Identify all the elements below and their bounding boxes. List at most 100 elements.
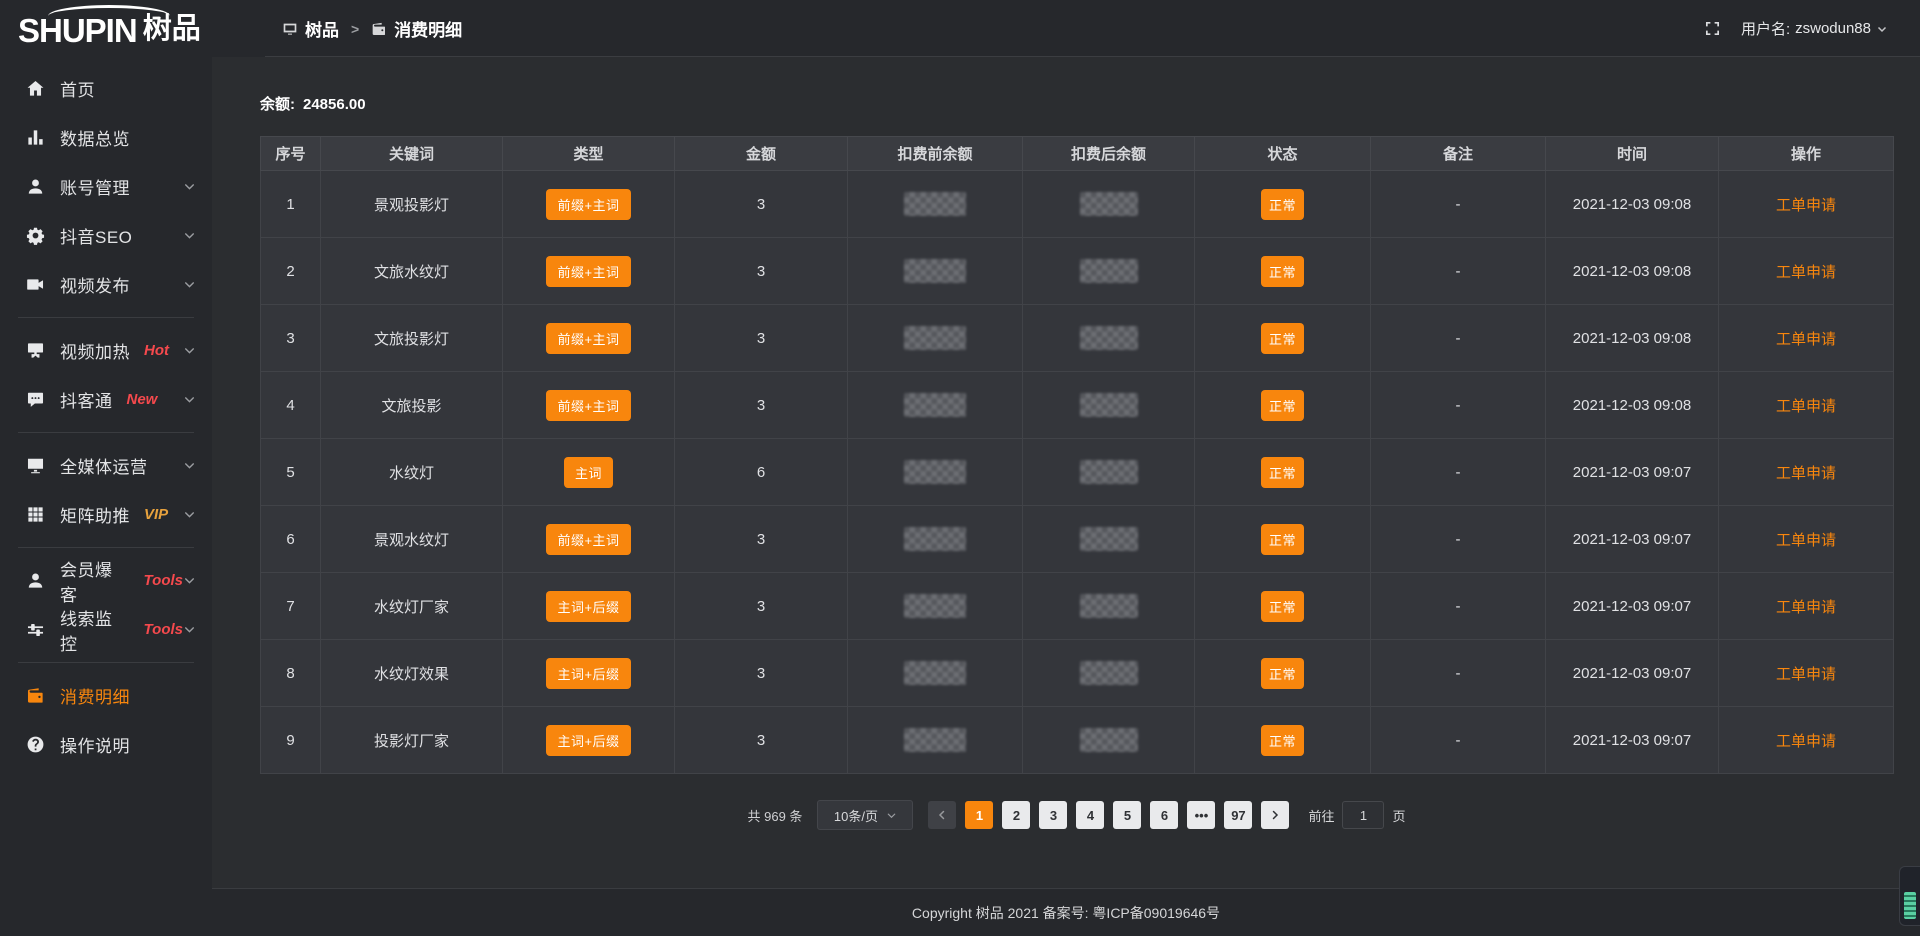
work-order-link[interactable]: 工单申请	[1776, 465, 1836, 482]
chevron-down-icon	[1876, 23, 1888, 35]
censored-balance-before	[904, 460, 966, 484]
page-size-select[interactable]: 10条/页	[817, 800, 913, 830]
cell-balance-before	[848, 640, 1023, 707]
cell-action: 工单申请	[1719, 171, 1894, 238]
page-button-97[interactable]: 97	[1224, 801, 1252, 829]
breadcrumb-item-1[interactable]: 树品	[282, 16, 339, 41]
cell-balance-after	[1023, 305, 1195, 372]
balance-label: 余额:	[260, 96, 295, 113]
fullscreen-icon[interactable]	[1704, 20, 1721, 37]
table-body: 1景观投影灯前缀+主词3正常-2021-12-03 09:08工单申请2文旅水纹…	[261, 171, 1894, 774]
sidebar-item-douketong[interactable]: 抖客通New	[0, 375, 212, 424]
cell-amount: 3	[675, 372, 848, 439]
pagination-ellipsis[interactable]: •••	[1187, 801, 1215, 829]
billboard-icon	[26, 341, 45, 360]
chevron-down-icon	[183, 574, 196, 587]
sidebar-item-consumption-detail[interactable]: 消费明细	[0, 671, 212, 720]
cell-time: 2021-12-03 09:07	[1546, 506, 1719, 573]
cell-time: 2021-12-03 09:08	[1546, 372, 1719, 439]
work-order-link[interactable]: 工单申请	[1776, 264, 1836, 281]
column-header: 备注	[1371, 137, 1546, 171]
sidebar-item-video-publish[interactable]: 视频发布	[0, 260, 212, 309]
cell-balance-after	[1023, 640, 1195, 707]
prev-page-button[interactable]	[928, 801, 956, 829]
page-button-4[interactable]: 4	[1076, 801, 1104, 829]
sidebar-item-douyin-seo[interactable]: 抖音SEO	[0, 211, 212, 260]
chevron-down-icon	[183, 229, 196, 242]
cell-balance-after	[1023, 439, 1195, 506]
cell-keyword: 文旅水纹灯	[321, 238, 503, 305]
cell-type: 主词	[503, 439, 675, 506]
sidebar-item-operation-guide[interactable]: 操作说明	[0, 720, 212, 769]
type-badge: 主词+后缀	[546, 591, 630, 622]
cell-index: 2	[261, 238, 321, 305]
sidebar-item-video-heat[interactable]: 视频加热Hot	[0, 326, 212, 375]
cell-balance-after	[1023, 506, 1195, 573]
cell-balance-before	[848, 238, 1023, 305]
cell-balance-before	[848, 305, 1023, 372]
sidebar-item-label: 抖音SEO	[60, 223, 132, 248]
sidebar-item-clue-monitor[interactable]: 线索监控Tools	[0, 605, 212, 654]
copyright-text: Copyright 树品 2021 备案号: 粤ICP备09019646号	[912, 903, 1220, 923]
work-order-link[interactable]: 工单申请	[1776, 733, 1836, 750]
status-badge: 正常	[1261, 524, 1304, 555]
sidebar-item-member-leads[interactable]: 会员爆客Tools	[0, 556, 212, 605]
sidebar-item-tag: New	[127, 391, 158, 408]
cell-balance-after	[1023, 372, 1195, 439]
cell-type: 前缀+主词	[503, 372, 675, 439]
sidebar-item-media-operation[interactable]: 全媒体运营	[0, 441, 212, 490]
work-order-link[interactable]: 工单申请	[1776, 197, 1836, 214]
work-order-link[interactable]: 工单申请	[1776, 398, 1836, 415]
cell-time: 2021-12-03 09:08	[1546, 305, 1719, 372]
work-order-link[interactable]: 工单申请	[1776, 666, 1836, 683]
sidebar-item-label: 账号管理	[60, 174, 130, 199]
cell-balance-after	[1023, 707, 1195, 774]
goto-page-input[interactable]	[1342, 801, 1384, 829]
type-badge: 主词	[564, 457, 613, 488]
cell-status: 正常	[1195, 707, 1371, 774]
user-dropdown[interactable]: 用户名: zswodun88	[1741, 18, 1888, 39]
cell-action: 工单申请	[1719, 707, 1894, 774]
type-badge: 前缀+主词	[546, 256, 630, 287]
table-header-row: 序号关键词类型金额扣费前余额扣费后余额状态备注时间操作	[261, 137, 1894, 171]
chevron-down-icon	[886, 810, 897, 821]
sidebar-item-label: 操作说明	[60, 732, 130, 757]
censored-balance-after	[1080, 460, 1138, 484]
censored-balance-after	[1080, 192, 1138, 216]
sidebar-item-home[interactable]: 首页	[0, 64, 212, 113]
cell-balance-after	[1023, 171, 1195, 238]
table-row: 8水纹灯效果主词+后缀3正常-2021-12-03 09:07工单申请	[261, 640, 1894, 707]
cell-time: 2021-12-03 09:07	[1546, 640, 1719, 707]
censored-balance-before	[904, 326, 966, 350]
sidebar-item-account-management[interactable]: 账号管理	[0, 162, 212, 211]
next-page-button[interactable]	[1261, 801, 1289, 829]
sidebar-item-label: 视频加热	[60, 338, 130, 363]
breadcrumb-label: 消费明细	[394, 16, 462, 41]
type-badge: 前缀+主词	[546, 390, 630, 421]
page-button-2[interactable]: 2	[1002, 801, 1030, 829]
work-order-link[interactable]: 工单申请	[1776, 532, 1836, 549]
cell-time: 2021-12-03 09:08	[1546, 171, 1719, 238]
work-order-link[interactable]: 工单申请	[1776, 599, 1836, 616]
breadcrumb-item-2[interactable]: 消费明细	[371, 16, 462, 41]
page-button-3[interactable]: 3	[1039, 801, 1067, 829]
sidebar-item-matrix-boost[interactable]: 矩阵助推VIP	[0, 490, 212, 539]
work-order-link[interactable]: 工单申请	[1776, 331, 1836, 348]
page-button-6[interactable]: 6	[1150, 801, 1178, 829]
floating-widget[interactable]	[1899, 866, 1920, 926]
status-badge: 正常	[1261, 658, 1304, 689]
status-badge: 正常	[1261, 256, 1304, 287]
column-header: 时间	[1546, 137, 1719, 171]
brand-logo[interactable]: SHUPIN 树品	[0, 0, 212, 62]
censored-balance-after	[1080, 728, 1138, 752]
status-badge: 正常	[1261, 323, 1304, 354]
main-column: 树品>消费明细 用户名: zswodun88 余额:24856.00	[212, 0, 1920, 936]
cell-amount: 6	[675, 439, 848, 506]
sidebar-item-data-overview[interactable]: 数据总览	[0, 113, 212, 162]
status-badge: 正常	[1261, 189, 1304, 220]
page-button-1[interactable]: 1	[965, 801, 993, 829]
cell-amount: 3	[675, 238, 848, 305]
cell-balance-before	[848, 439, 1023, 506]
page-button-5[interactable]: 5	[1113, 801, 1141, 829]
cell-type: 主词+后缀	[503, 573, 675, 640]
